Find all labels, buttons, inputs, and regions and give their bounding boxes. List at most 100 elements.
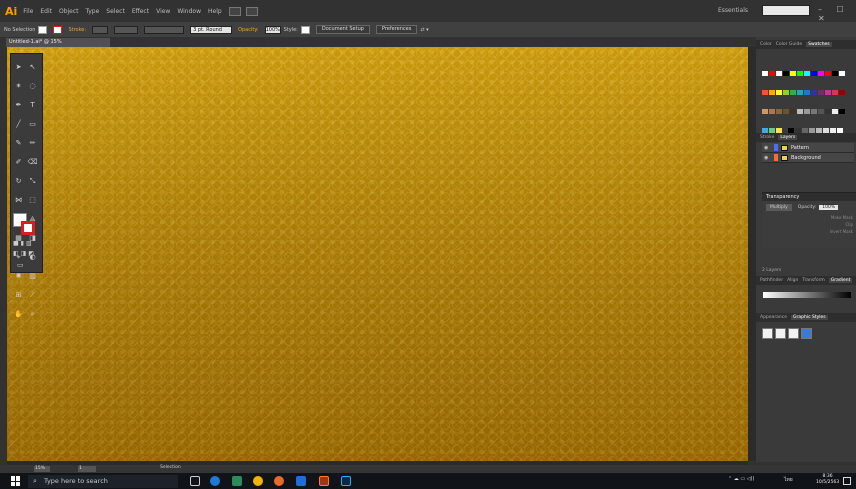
windows-start-icon[interactable] <box>11 476 21 486</box>
hand-tool-icon[interactable]: ✋ <box>13 310 24 319</box>
workspace-switcher[interactable]: Essentials <box>718 7 748 14</box>
current-tool-status[interactable]: Selection <box>160 465 181 470</box>
clip-checkbox[interactable]: Clip <box>762 221 853 228</box>
menu-file[interactable]: File <box>23 8 33 15</box>
graphic-style-arrow-icon[interactable] <box>775 328 786 339</box>
artboard-number-field[interactable]: 1 <box>78 466 96 472</box>
scale-tool-icon[interactable]: ⤡ <box>27 177 38 186</box>
layer-row[interactable]: ◉ Background <box>762 153 854 163</box>
free-transform-tool-icon[interactable]: ⬚ <box>27 196 38 205</box>
rotate-tool-icon[interactable]: ↻ <box>13 177 24 186</box>
tab-graphic-styles[interactable]: Graphic Styles <box>791 315 828 320</box>
graphic-style-blue-icon[interactable] <box>801 328 812 339</box>
stroke-color-icon[interactable] <box>21 221 35 235</box>
line-tool-icon[interactable]: ╱ <box>13 120 24 129</box>
brush-dropdown[interactable]: 3 pt. Round <box>190 25 233 34</box>
opacity-label[interactable]: Opacity: <box>238 27 259 33</box>
magic-wand-tool-icon[interactable]: ✶ <box>13 82 24 91</box>
taskbar-clock[interactable]: 8:36 10/5/2563 <box>816 474 839 486</box>
lasso-tool-icon[interactable]: ◌ <box>27 82 38 91</box>
rectangle-tool-icon[interactable]: ▭ <box>27 120 38 129</box>
menu-object[interactable]: Object <box>59 8 79 15</box>
menu-effect[interactable]: Effect <box>132 8 149 15</box>
menu-view[interactable]: View <box>156 8 170 15</box>
stroke-weight-field[interactable] <box>92 25 109 34</box>
arrange-icon[interactable]: ⇄ ▾ <box>420 27 428 33</box>
direct-selection-tool-icon[interactable]: ↖ <box>27 63 38 72</box>
menu-edit[interactable]: Edit <box>40 8 52 15</box>
layer-name[interactable]: Background <box>791 155 821 161</box>
blob-brush-tool-icon[interactable]: ✐ <box>13 158 24 167</box>
store-icon[interactable] <box>232 476 242 486</box>
chrome-icon[interactable] <box>253 476 263 486</box>
help-search-input[interactable] <box>762 5 810 16</box>
fill-swatch[interactable] <box>38 25 48 34</box>
screen-mode-icon[interactable]: ▭ <box>17 261 31 269</box>
visibility-eye-icon[interactable]: ◉ <box>764 145 771 151</box>
menu-select[interactable]: Select <box>106 8 125 15</box>
drawing-mode-icons[interactable]: ◧◨◩ <box>13 250 39 258</box>
tab-stroke[interactable]: Stroke <box>760 135 774 140</box>
visibility-eye-icon[interactable]: ◉ <box>764 155 771 161</box>
tab-gradient[interactable]: Gradient <box>828 278 853 283</box>
layer-name[interactable]: Pattern <box>791 145 809 151</box>
artboard-canvas[interactable] <box>7 47 748 461</box>
pencil-tool-icon[interactable]: ✏ <box>27 139 38 148</box>
photoshop-taskbar-icon[interactable] <box>341 476 351 486</box>
notifications-icon[interactable] <box>843 477 851 485</box>
system-tray-icons[interactable]: ⌃ ☁ ▭ ◁)) <box>728 476 754 482</box>
zoom-tool-icon[interactable]: ⌕ <box>27 310 38 319</box>
blend-mode-dropdown[interactable]: Multiply <box>766 204 792 211</box>
brush-definition-dropdown[interactable] <box>144 25 185 34</box>
tab-align[interactable]: Align <box>787 278 798 283</box>
width-tool-icon[interactable]: ⋈ <box>13 196 24 205</box>
input-language[interactable]: ไทย <box>784 476 793 484</box>
zoom-level-field[interactable]: 15% <box>34 466 50 472</box>
layer-row[interactable]: ◉ Pattern <box>762 143 854 153</box>
menu-help[interactable]: Help <box>208 8 222 15</box>
slice-tool-icon[interactable]: ⟋ <box>27 291 38 300</box>
variable-width-dropdown[interactable] <box>114 25 139 34</box>
column-graph-tool-icon[interactable]: ▥ <box>27 272 38 281</box>
pen-tool-icon[interactable]: ✒ <box>13 101 24 110</box>
selection-tool-icon[interactable]: ➤ <box>13 63 24 72</box>
color-mode-icons[interactable]: ■▮▧ <box>13 240 39 248</box>
graphic-style-shadow-icon[interactable] <box>788 328 799 339</box>
arrange-documents-icon[interactable] <box>245 6 258 16</box>
graphic-style-swatch[interactable] <box>300 25 310 34</box>
stroke-label[interactable]: Stroke: <box>68 27 86 33</box>
make-mask-button[interactable]: Make Mask <box>762 214 853 221</box>
document-tab[interactable]: Untitled-1.ai* @ 15% (RGB/Preview)× <box>6 38 110 54</box>
menu-window[interactable]: Window <box>177 8 201 15</box>
vertical-scrollbar[interactable] <box>748 47 756 461</box>
firefox-icon[interactable] <box>274 476 284 486</box>
tab-swatches[interactable]: Swatches <box>806 42 832 47</box>
mail-icon[interactable] <box>296 476 306 486</box>
taskbar-search-input[interactable]: ⌕ Type here to search <box>28 475 178 488</box>
tab-color[interactable]: Color <box>760 42 772 47</box>
opacity-field[interactable]: 100% <box>264 25 281 34</box>
transparency-opacity-field[interactable]: 100% <box>819 205 839 210</box>
document-setup-button[interactable]: Document Setup <box>315 25 370 34</box>
swatches-grid[interactable] <box>762 62 850 133</box>
symbol-sprayer-tool-icon[interactable]: ✺ <box>13 272 24 281</box>
gradient-slider[interactable] <box>763 292 851 298</box>
type-tool-icon[interactable]: T <box>27 101 38 110</box>
tab-appearance[interactable]: Appearance <box>760 315 787 320</box>
tab-transform[interactable]: Transform <box>802 278 824 283</box>
artboard-tool-icon[interactable]: ⊞ <box>13 291 24 300</box>
graphic-style-default-icon[interactable] <box>762 328 773 339</box>
paintbrush-tool-icon[interactable]: ✎ <box>13 139 24 148</box>
stroke-swatch[interactable] <box>53 25 63 34</box>
tab-layers[interactable]: Layers <box>778 135 798 140</box>
bridge-icon[interactable] <box>228 6 241 16</box>
task-view-icon[interactable] <box>190 476 200 486</box>
illustrator-taskbar-icon[interactable] <box>319 476 329 486</box>
edge-browser-icon[interactable] <box>210 476 220 486</box>
window-controls[interactable]: – ☐ ✕ <box>818 5 856 23</box>
eraser-tool-icon[interactable]: ⌫ <box>27 158 38 167</box>
tab-color-guide[interactable]: Color Guide <box>776 42 802 47</box>
menu-type[interactable]: Type <box>86 8 100 15</box>
invert-mask-checkbox[interactable]: Invert Mask <box>762 228 853 235</box>
fill-stroke-widget[interactable] <box>13 213 37 237</box>
